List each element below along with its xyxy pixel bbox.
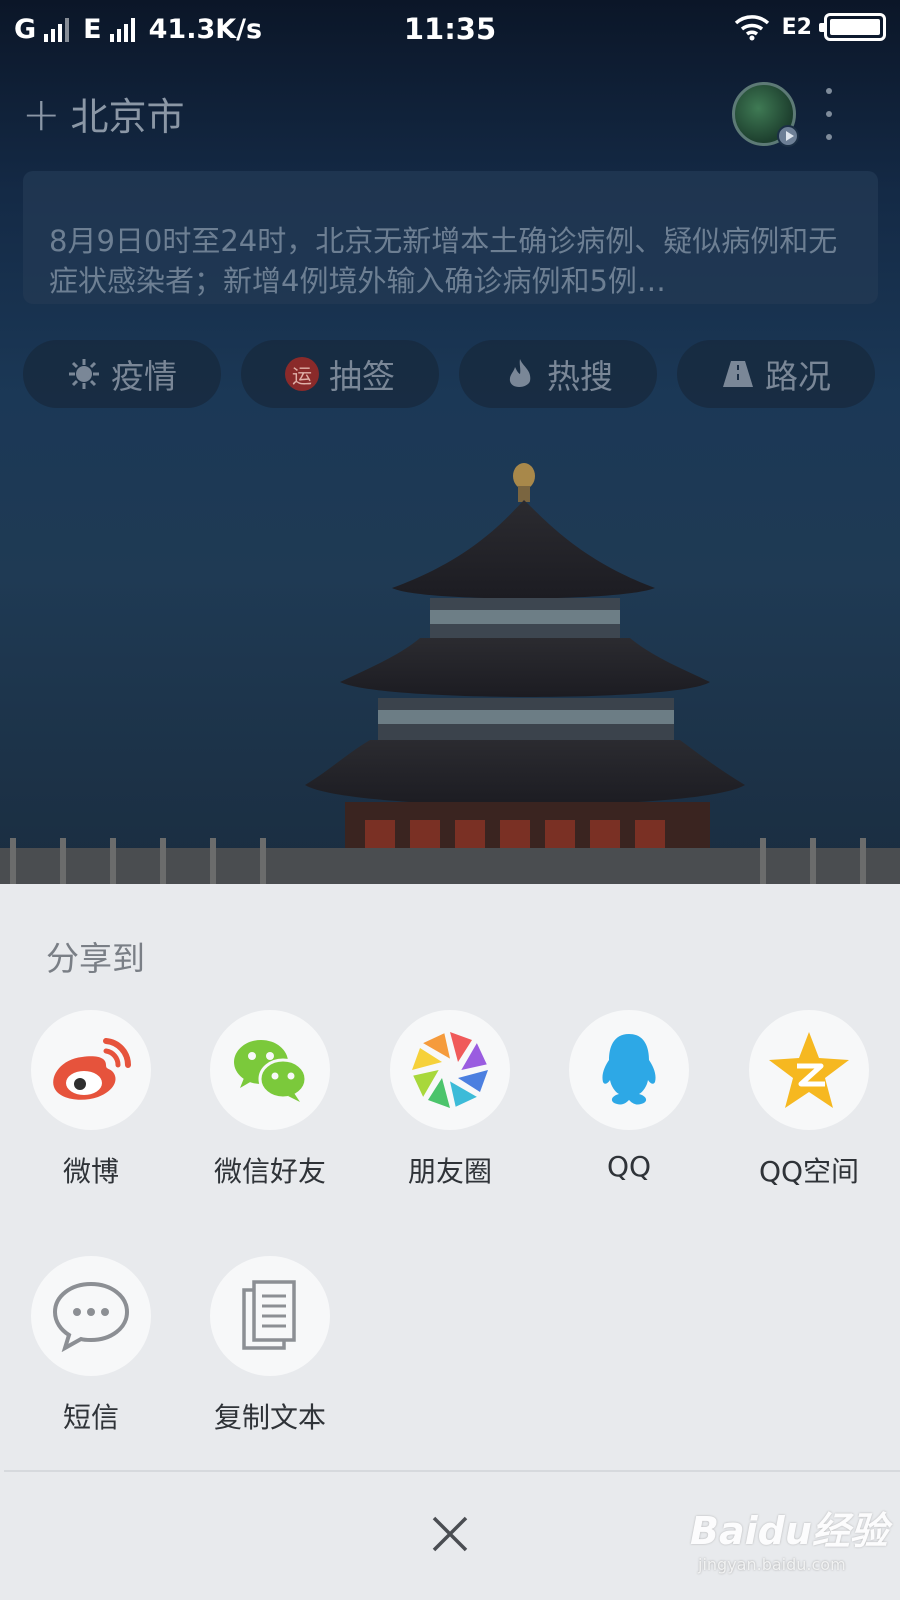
temple-of-heaven-image: [0, 463, 900, 884]
share-label: 微信好友: [213, 1155, 326, 1188]
share-label: 微博: [62, 1155, 119, 1188]
plus-icon: +: [22, 86, 61, 141]
road-icon: [721, 357, 755, 391]
header: + 北京市: [22, 80, 878, 147]
chip-hot-search[interactable]: 热搜: [459, 340, 657, 408]
share-label: 朋友圈: [407, 1155, 492, 1188]
share-moments[interactable]: 朋友圈: [370, 1010, 530, 1190]
chip-traffic[interactable]: 路况: [677, 340, 875, 408]
baidu-jingyan-watermark: Baidu经验 jingyan.baidu.com: [690, 1500, 900, 1600]
share-sms[interactable]: 短信: [11, 1256, 171, 1436]
sms-icon: [31, 1256, 151, 1376]
chip-epidemic[interactable]: 疫情: [23, 340, 221, 408]
share-qq[interactable]: QQ: [549, 1010, 709, 1183]
status-bar: G E 41.3K/s 11:35 E2: [0, 0, 900, 60]
virus-icon: [67, 357, 101, 391]
flame-icon: [503, 357, 537, 391]
battery-icon: [819, 13, 886, 41]
close-button[interactable]: [420, 1504, 480, 1564]
chip-label: 抽签: [329, 357, 395, 396]
chip-label: 疫情: [111, 357, 177, 396]
play-icon: [777, 125, 799, 147]
city-selector[interactable]: + 北京市: [22, 86, 185, 141]
avatar[interactable]: [732, 82, 799, 147]
share-label: 短信: [62, 1401, 119, 1434]
watermark-brand: Baidu经验: [690, 1509, 888, 1553]
share-sheet: 分享到 微博 微信好友 朋友圈 QQ QQ空间 短信 复制文本: [0, 884, 900, 1600]
moments-icon: [390, 1010, 510, 1130]
share-label: 复制文本: [213, 1401, 326, 1434]
wechat-icon: [210, 1010, 330, 1130]
city-name: 北京市: [70, 95, 185, 139]
share-copy-text[interactable]: 复制文本: [190, 1256, 350, 1436]
share-sheet-title: 分享到: [46, 939, 145, 978]
chip-fortune[interactable]: 运 抽签: [241, 340, 439, 408]
share-label: QQ空间: [758, 1155, 860, 1188]
share-label: QQ: [606, 1150, 652, 1183]
chip-label: 路况: [765, 357, 831, 396]
data-type-label: E2: [781, 14, 812, 40]
close-icon: [432, 1516, 468, 1552]
news-card[interactable]: 8月9日0时至24时，北京无新增本土确诊病例、疑似病例和无症状感染者；新增4例境…: [23, 171, 878, 304]
more-menu-icon[interactable]: [822, 88, 836, 140]
copy-text-icon: [210, 1256, 330, 1376]
weather-page-background: G E 41.3K/s 11:35 E2 + 北京市 8月9日0时至24时，北京…: [0, 0, 900, 884]
share-weibo[interactable]: 微博: [11, 1010, 171, 1190]
qzone-icon: [749, 1010, 869, 1130]
share-qzone[interactable]: QQ空间: [729, 1010, 889, 1190]
qq-icon: [569, 1010, 689, 1130]
watermark-url: jingyan.baidu.com: [698, 1555, 846, 1574]
divider: [4, 1470, 900, 1472]
quick-chips: 疫情 运 抽签 热搜 路况: [23, 340, 879, 408]
news-text: 8月9日0时至24时，北京无新增本土确诊病例、疑似病例和无症状感染者；新增4例境…: [49, 224, 838, 298]
wifi-icon: [734, 15, 769, 41]
share-wechat[interactable]: 微信好友: [190, 1010, 350, 1190]
fortune-icon: 运: [285, 357, 319, 391]
weibo-icon: [31, 1010, 151, 1130]
chip-label: 热搜: [547, 357, 613, 396]
